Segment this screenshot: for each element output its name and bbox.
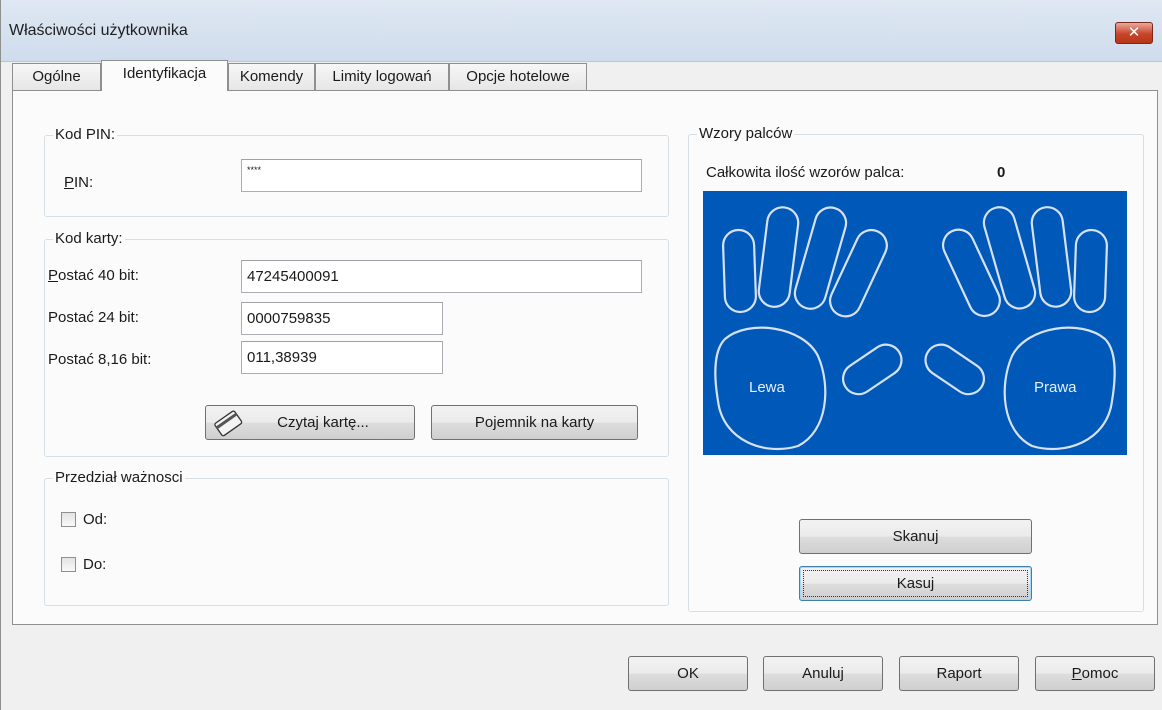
- card-24bit-label: Postać 24 bit:: [48, 309, 139, 326]
- pin-group-title: Kod PIN:: [53, 126, 118, 144]
- tab-login-limits[interactable]: Limity logowań: [315, 63, 449, 90]
- dialog-window: Właściwości użytkownika ✕ Ogólne Identyf…: [0, 0, 1162, 710]
- dialog-footer: OK Anuluj Raport Pomoc: [1, 625, 1162, 710]
- left-middle-finger: [793, 206, 848, 310]
- left-hand-label: Lewa: [749, 379, 786, 396]
- card-code-group: Kod karty: Postać 40 bit: 47245400091 Po…: [44, 230, 669, 457]
- card-816bit-label: Postać 8,16 bit:: [48, 351, 152, 368]
- right-index-finger: [941, 228, 1001, 318]
- tab-general[interactable]: Ogólne: [12, 63, 101, 90]
- valid-to-checkbox[interactable]: [61, 557, 76, 572]
- card-40bit-label: Postać 40 bit:: [48, 267, 139, 284]
- pin-group: Kod PIN: PIN: ****: [44, 126, 669, 217]
- fingerprints-group-title: Wzory palców: [697, 125, 795, 143]
- validity-group-title: Przedział ważnosci: [53, 469, 185, 487]
- read-card-label: Czytaj kartę...: [277, 414, 369, 431]
- card-container-button[interactable]: Pojemnik na karty: [431, 405, 638, 440]
- card-24bit-field[interactable]: 0000759835: [241, 302, 443, 335]
- delete-button[interactable]: Kasuj: [799, 566, 1032, 601]
- valid-from-label: Od:: [83, 511, 108, 528]
- hands-diagram: Lewa Prawa: [703, 191, 1127, 455]
- validity-group: Przedział ważnosci Od: Do:: [44, 469, 669, 606]
- right-thumb: [924, 343, 985, 396]
- card-code-group-title: Kod karty:: [53, 230, 125, 248]
- tab-hotel-options[interactable]: Opcje hotelowe: [449, 63, 587, 90]
- card-816bit-field[interactable]: 011,38939: [241, 341, 443, 374]
- tab-commands[interactable]: Komendy: [228, 63, 315, 90]
- help-button[interactable]: Pomoc: [1035, 656, 1155, 691]
- focus-ring: [803, 570, 1028, 597]
- read-card-button[interactable]: Czytaj kartę...: [205, 405, 415, 440]
- report-button[interactable]: Raport: [899, 656, 1019, 691]
- left-index-finger: [828, 228, 888, 318]
- cancel-button[interactable]: Anuluj: [763, 656, 883, 691]
- right-ring-finger: [1030, 206, 1073, 308]
- valid-to-label: Do:: [83, 556, 107, 573]
- title-bar[interactable]: Właściwości użytkownika ✕: [1, 0, 1162, 62]
- pin-label: PIN:: [64, 174, 94, 191]
- left-pinky-finger: [722, 228, 757, 314]
- window-title: Właściwości użytkownika: [9, 22, 188, 39]
- left-thumb: [842, 343, 903, 396]
- right-hand-label: Prawa: [1034, 379, 1077, 396]
- valid-from-checkbox[interactable]: [61, 512, 76, 527]
- left-ring-finger: [757, 206, 800, 308]
- fingerprint-count-label: Całkowita ilość wzorów palca:: [706, 164, 905, 181]
- close-button[interactable]: ✕: [1115, 22, 1153, 44]
- right-middle-finger: [982, 206, 1037, 310]
- pin-field[interactable]: ****: [241, 159, 642, 192]
- hands-illustration: Lewa Prawa: [714, 206, 1116, 451]
- close-icon: ✕: [1127, 24, 1141, 41]
- right-pinky-finger: [1073, 228, 1108, 314]
- scan-button[interactable]: Skanuj: [799, 519, 1032, 554]
- ok-button[interactable]: OK: [628, 656, 748, 691]
- card-icon: [214, 410, 243, 437]
- card-40bit-field[interactable]: 47245400091: [241, 260, 642, 293]
- tab-identification[interactable]: Identyfikacja: [101, 60, 228, 91]
- fingerprint-count-value: 0: [997, 164, 1006, 181]
